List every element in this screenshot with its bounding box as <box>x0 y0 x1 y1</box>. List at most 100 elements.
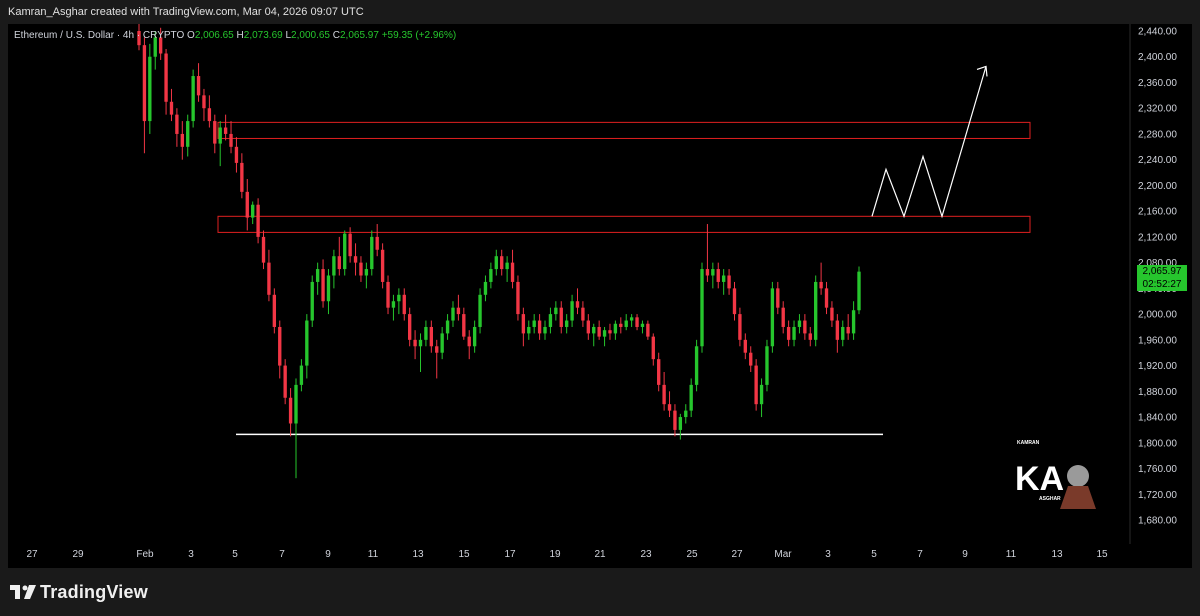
y-tick-label: 2,280.00 <box>1138 129 1177 140</box>
brand-name[interactable]: TradingView <box>40 582 148 603</box>
candle-body <box>326 275 331 302</box>
candle-body <box>148 56 152 122</box>
y-tick-label: 2,320.00 <box>1138 104 1177 115</box>
candle-body <box>705 269 710 276</box>
candle-body <box>510 262 515 282</box>
chart-frame[interactable]: 2,440.00 2,400.00 2,360.00 2,320.00 2,280.00… <box>8 24 1192 568</box>
watermark-bottom-text: ASGHAR <box>1039 496 1061 502</box>
candle-body <box>592 326 596 334</box>
candle-body <box>559 307 563 327</box>
candle-body <box>808 333 812 340</box>
y-tick-label: 2,440.00 <box>1138 27 1177 38</box>
candle-body <box>380 249 385 282</box>
candle-body <box>613 323 618 334</box>
candle-body <box>294 384 298 424</box>
candle-body <box>234 146 239 163</box>
candle-body <box>299 365 304 385</box>
candle-body <box>315 269 320 282</box>
candle-body <box>765 346 769 385</box>
resistance-zone <box>217 121 1031 139</box>
x-tick-label: 5 <box>232 549 238 560</box>
x-tick-label: 25 <box>686 549 698 560</box>
candle-body <box>359 262 363 276</box>
candle-body <box>537 320 542 334</box>
candle-body <box>348 233 352 257</box>
candle-body <box>343 233 347 270</box>
candle-body <box>575 301 580 308</box>
candle-body <box>527 326 531 334</box>
candle-body <box>835 320 840 340</box>
candle-body <box>505 262 509 270</box>
candle-body <box>169 101 174 115</box>
candle-body <box>478 294 482 327</box>
tradingview-logo-icon[interactable] <box>10 584 36 600</box>
candle-body <box>635 317 639 327</box>
legend-change: +59.35 (+2.96%) <box>382 30 457 41</box>
candle-body <box>694 346 699 385</box>
candle-body <box>283 365 287 398</box>
candle-body <box>429 326 434 347</box>
candle-body <box>543 326 547 334</box>
candle-body <box>456 307 461 315</box>
watermark-character-head <box>1067 465 1089 487</box>
x-tick-label: 7 <box>279 549 285 560</box>
candle-body <box>554 307 558 315</box>
candle-body <box>191 76 195 122</box>
y-tick-label: 1,680.00 <box>1138 516 1177 527</box>
x-tick-label: 13 <box>1051 549 1063 560</box>
candle-body <box>548 314 553 327</box>
candle-body <box>321 269 325 302</box>
candle-body <box>521 314 526 334</box>
candle-body <box>218 127 222 144</box>
candle-body <box>462 314 466 337</box>
candle-body <box>272 294 277 327</box>
x-tick-label: 5 <box>871 549 877 560</box>
y-tick-label: 1,760.00 <box>1138 464 1177 475</box>
candle-body <box>251 204 255 218</box>
candle-body <box>749 352 753 366</box>
x-tick-label: 27 <box>26 549 38 560</box>
candle-body <box>727 275 731 289</box>
candle-body <box>814 281 818 340</box>
candle-body <box>586 320 591 334</box>
candle-body <box>841 326 845 340</box>
x-tick-label: 3 <box>188 549 194 560</box>
x-tick-label: 9 <box>325 549 331 560</box>
bar-countdown: 02:52:27 <box>1142 279 1182 290</box>
legend-open: 2,006.65 <box>195 30 237 41</box>
candle-body <box>267 262 271 295</box>
candle-body <box>830 307 834 321</box>
candle-body <box>738 314 742 340</box>
watermark-monogram: KA <box>1015 460 1064 498</box>
attribution-text: Kamran_Asghar created with TradingView.c… <box>8 6 364 18</box>
candle-body <box>700 269 704 347</box>
legend-high: 2,073.69 <box>244 30 286 41</box>
author-watermark: KAMRAN KAASGHAR <box>1011 439 1096 509</box>
y-tick-label: 2,120.00 <box>1138 232 1177 243</box>
price-chart[interactable]: 2,440.00 2,400.00 2,360.00 2,320.00 2,280.00… <box>8 24 1192 568</box>
candle-body <box>489 269 493 282</box>
last-price: 2,065.97 <box>1142 266 1182 277</box>
candle-body <box>240 162 244 192</box>
x-tick-label: 23 <box>640 549 652 560</box>
watermark-top-text: KAMRAN <box>1017 440 1040 446</box>
candle-body <box>386 281 390 308</box>
ohlc-legend: Ethereum / U.S. Dollar · 4h · CRYPTO O2,… <box>14 30 456 41</box>
candle-body <box>391 301 396 308</box>
candle-body <box>797 320 802 327</box>
candle-body <box>180 133 184 147</box>
candle-body <box>175 114 179 134</box>
candle-body <box>597 326 601 337</box>
y-tick-label: 2,240.00 <box>1138 155 1177 166</box>
candle-body <box>754 365 758 405</box>
candle-body <box>602 330 607 337</box>
candle-body <box>310 281 314 321</box>
legend-symbol: Ethereum / U.S. Dollar · 4h · CRYPTO <box>14 30 187 41</box>
y-tick-label: 1,840.00 <box>1138 413 1177 424</box>
candle-body <box>640 323 645 327</box>
candle-body <box>857 271 861 311</box>
x-tick-label: 27 <box>731 549 743 560</box>
candle-body <box>564 320 569 327</box>
y-tick-label: 1,800.00 <box>1138 438 1177 449</box>
last-price-tag: 2,065.97 02:52:27 <box>1137 265 1187 291</box>
